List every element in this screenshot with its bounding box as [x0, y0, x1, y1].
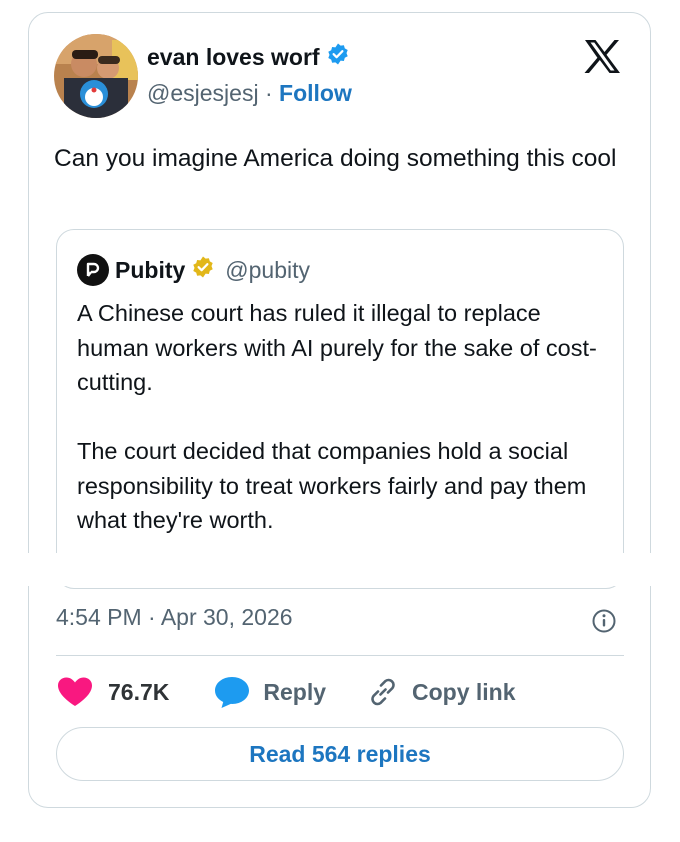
quoted-author-name[interactable]: Pubity: [115, 257, 185, 284]
divider: [56, 655, 624, 656]
pubity-logo-icon: [77, 254, 109, 286]
author-name[interactable]: evan loves worf: [147, 44, 320, 71]
screenshot-cut-gap: [0, 553, 680, 586]
quoted-paragraph: The court decided that companies hold a …: [77, 438, 587, 533]
reply-label: Reply: [263, 678, 327, 705]
x-logo-icon[interactable]: [584, 39, 621, 74]
heart-icon: [58, 677, 92, 706]
action-bar: 76.7K Reply Copy link: [56, 672, 516, 712]
quoted-text: A Chinese court has ruled it illegal to …: [77, 296, 597, 538]
separator: ·: [264, 80, 273, 106]
timestamp[interactable]: 4:54 PM · Apr 30, 2026: [56, 604, 293, 631]
avatar[interactable]: [54, 34, 138, 118]
author-handle-row: @esjesjesj · Follow: [147, 80, 352, 107]
like-count: 76.7K: [108, 678, 170, 705]
like-button[interactable]: 76.7K: [56, 676, 169, 708]
copy-link-button[interactable]: Copy link: [366, 675, 516, 709]
copy-link-label: Copy link: [412, 678, 516, 705]
reply-button[interactable]: Reply: [213, 675, 326, 709]
reply-bubble-icon: [215, 677, 250, 708]
read-replies-label: Read 564 replies: [249, 740, 431, 767]
author-name-row[interactable]: evan loves worf: [147, 42, 350, 72]
gold-verified-icon: [191, 255, 215, 285]
quoted-tweet[interactable]: Pubity @pubity A Chinese court has ruled…: [56, 229, 624, 589]
quoted-paragraph: A Chinese court has ruled it illegal to …: [77, 300, 597, 395]
info-icon[interactable]: [591, 608, 617, 634]
read-replies-button[interactable]: Read 564 replies: [56, 727, 624, 781]
quoted-header: Pubity @pubity: [77, 254, 310, 286]
author-handle[interactable]: @esjesjesj: [147, 80, 259, 106]
link-icon: [371, 678, 395, 706]
follow-button[interactable]: Follow: [279, 80, 352, 106]
verified-badge-icon: [326, 42, 350, 72]
avatar-image: [54, 34, 138, 118]
tweet-text: Can you imagine America doing something …: [54, 145, 617, 172]
quoted-author-handle[interactable]: @pubity: [225, 257, 310, 284]
